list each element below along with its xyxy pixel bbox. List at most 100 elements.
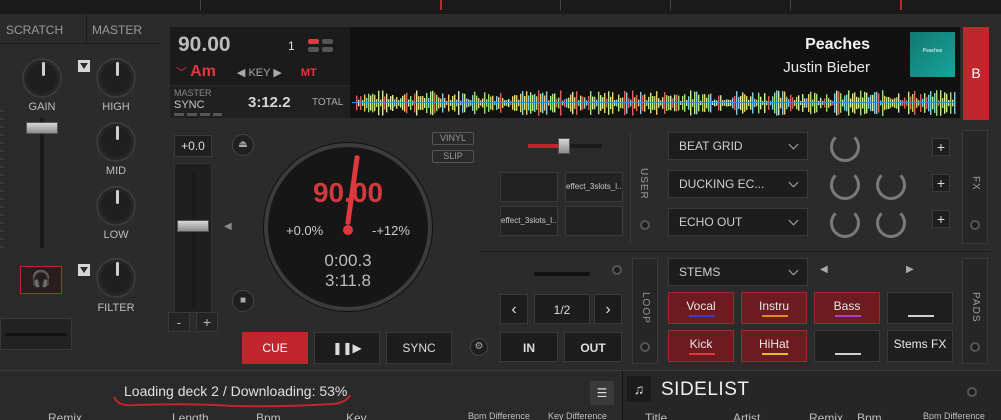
pads-label: PADS: [970, 292, 981, 323]
sync-label: SYNC: [174, 99, 205, 111]
sampler-slot-1[interactable]: [500, 172, 558, 202]
pad-empty-1[interactable]: [887, 292, 953, 324]
pad-stems-fx[interactable]: Stems FX: [887, 330, 953, 362]
key-next-arrow-icon[interactable]: ▶: [273, 67, 281, 79]
deck-bpm: 90.00: [178, 33, 231, 56]
fx-select-1[interactable]: BEAT GRID: [668, 132, 808, 160]
sidelist-column-remix[interactable]: Remix: [809, 411, 843, 420]
pads-mode-select[interactable]: STEMS: [668, 258, 808, 286]
platter-pitch-range: -+12%: [372, 223, 410, 238]
pads-prev-arrow-icon[interactable]: ◀: [820, 264, 828, 275]
vinyl-button[interactable]: VINYL: [432, 132, 474, 145]
sampler-slot-2[interactable]: effect_3slots_l...: [565, 172, 623, 202]
pad-bass[interactable]: Bass: [814, 292, 880, 324]
scratch-label: SCRATCH: [6, 23, 64, 37]
column-key[interactable]: Key: [346, 411, 367, 420]
column-length[interactable]: Length: [172, 411, 209, 420]
loop-panel-toggle[interactable]: [640, 342, 650, 352]
fx-add-button-1[interactable]: +: [932, 138, 950, 156]
pad-hihat[interactable]: HiHat: [741, 330, 807, 362]
low-label: LOW: [103, 229, 129, 241]
fx-select-2[interactable]: DUCKING EC...: [668, 170, 808, 198]
key-dropdown-chevron-icon[interactable]: ﹀: [176, 67, 187, 79]
fx-knob-5[interactable]: [876, 208, 906, 238]
volume-fader-handle[interactable]: [26, 122, 58, 134]
pad-vocal[interactable]: Vocal: [668, 292, 734, 324]
eject-icon[interactable]: ⏏: [232, 134, 254, 156]
fx-knob-4[interactable]: [830, 208, 860, 238]
browser-bar: Loading deck 2 / Downloading: 53% Remix …: [0, 370, 1001, 420]
filter-knob[interactable]: [96, 258, 136, 298]
column-bpm-difference[interactable]: Bpm Difference: [468, 411, 530, 420]
mixer-panel: SCRATCH MASTER GAIN HIGH MID LOW FILTER …: [0, 14, 160, 370]
track-waveform[interactable]: [352, 89, 956, 117]
pad-kick[interactable]: Kick: [668, 330, 734, 362]
filter-menu-arrow-icon[interactable]: [78, 264, 90, 276]
pitch-minus-button[interactable]: -: [168, 312, 190, 332]
headphone-cue-button[interactable]: 🎧: [20, 266, 62, 294]
sidelist-column-artist[interactable]: Artist: [733, 411, 760, 420]
pad-instru[interactable]: Instru: [741, 292, 807, 324]
loop-in-button[interactable]: IN: [500, 332, 558, 362]
filter-label: FILTER: [97, 302, 135, 314]
sidelist-column-bpm-difference[interactable]: Bpm Difference: [923, 411, 985, 420]
pitch-slider[interactable]: [174, 163, 212, 313]
sidelist-column-title[interactable]: Title: [645, 411, 667, 420]
gain-knob[interactable]: [22, 58, 62, 98]
loop-length-indicator: [534, 272, 590, 276]
column-key-difference[interactable]: Key Difference: [548, 411, 607, 420]
user-toggle[interactable]: [640, 220, 650, 230]
volume-fader-track[interactable]: [40, 118, 44, 248]
sampler-slot-4[interactable]: [565, 206, 623, 236]
sync-button[interactable]: SYNC: [386, 332, 452, 364]
fx-knob-3[interactable]: [876, 170, 906, 200]
track-title: Peaches: [805, 36, 870, 53]
sidelist-toggle-icon[interactable]: ☰: [590, 381, 614, 405]
fx-add-button-3[interactable]: +: [932, 210, 950, 228]
fx-toggle[interactable]: [970, 220, 980, 230]
column-bpm[interactable]: Bpm: [256, 411, 281, 420]
mt-button[interactable]: MT: [301, 67, 317, 79]
deck-b-button[interactable]: B: [963, 27, 989, 120]
pad-empty-2[interactable]: [814, 330, 880, 362]
pitch-value[interactable]: +0.0: [174, 135, 212, 157]
loop-size[interactable]: 1/2: [534, 294, 590, 324]
sidelist-column-bpm[interactable]: Bpm: [857, 411, 882, 420]
high-knob[interactable]: [96, 58, 136, 98]
slip-button[interactable]: SLIP: [432, 150, 474, 163]
pitch-reset-arrow-icon[interactable]: ◀: [224, 221, 232, 232]
jog-wheel[interactable]: 90.00 +0.0% -+12% 0:00.3 3:11.8: [264, 143, 432, 311]
loop-out-button[interactable]: OUT: [564, 332, 622, 362]
mid-knob[interactable]: [96, 122, 136, 162]
pads-toggle[interactable]: [970, 342, 980, 352]
pitch-slider-handle[interactable]: [177, 220, 209, 232]
fx-label: FX: [970, 176, 981, 191]
key-prev-arrow-icon[interactable]: ◀: [237, 67, 245, 79]
deck-time-bar: MASTER SYNC 3:12.2 TOTAL: [170, 86, 350, 118]
waveform-area[interactable]: Peaches Justin Bieber Peaches: [350, 27, 960, 118]
total-time: 3:12.2: [248, 94, 291, 111]
pads-next-arrow-icon[interactable]: ▶: [906, 264, 914, 275]
stop-icon[interactable]: ■: [232, 290, 254, 312]
fx-knob-1[interactable]: [830, 132, 860, 162]
loop-toggle[interactable]: [612, 265, 622, 275]
sidelist-panel: ♫ SIDELIST Title Artist Remix Bpm Bpm Di…: [622, 371, 1001, 420]
loop-next-button[interactable]: ›: [594, 294, 622, 324]
sidelist-toggle[interactable]: [967, 387, 977, 397]
crossfader[interactable]: [0, 318, 72, 350]
fx-panel: effect_3slots_l... effect_3slots_l... US…: [480, 126, 990, 252]
sampler-slot-3[interactable]: effect_3slots_l...: [500, 206, 558, 236]
loop-prev-button[interactable]: ‹: [500, 294, 528, 324]
pitch-plus-button[interactable]: +: [196, 312, 218, 332]
eq-menu-arrow-icon[interactable]: [78, 60, 90, 72]
column-remix[interactable]: Remix: [48, 411, 82, 420]
fx-select-3[interactable]: ECHO OUT: [668, 208, 808, 236]
fx-add-button-2[interactable]: +: [932, 174, 950, 192]
fx-knob-2[interactable]: [830, 170, 860, 200]
cue-button[interactable]: CUE: [242, 332, 308, 364]
loop-pads-panel: ‹ 1/2 › IN OUT LOOP STEMS ◀ ▶ Vocal Inst…: [480, 252, 990, 370]
low-knob[interactable]: [96, 186, 136, 226]
play-pause-button[interactable]: ❚❚▶: [314, 332, 380, 364]
platter-remaining: 3:11.8: [324, 271, 371, 290]
sampler-volume-handle[interactable]: [558, 138, 570, 154]
